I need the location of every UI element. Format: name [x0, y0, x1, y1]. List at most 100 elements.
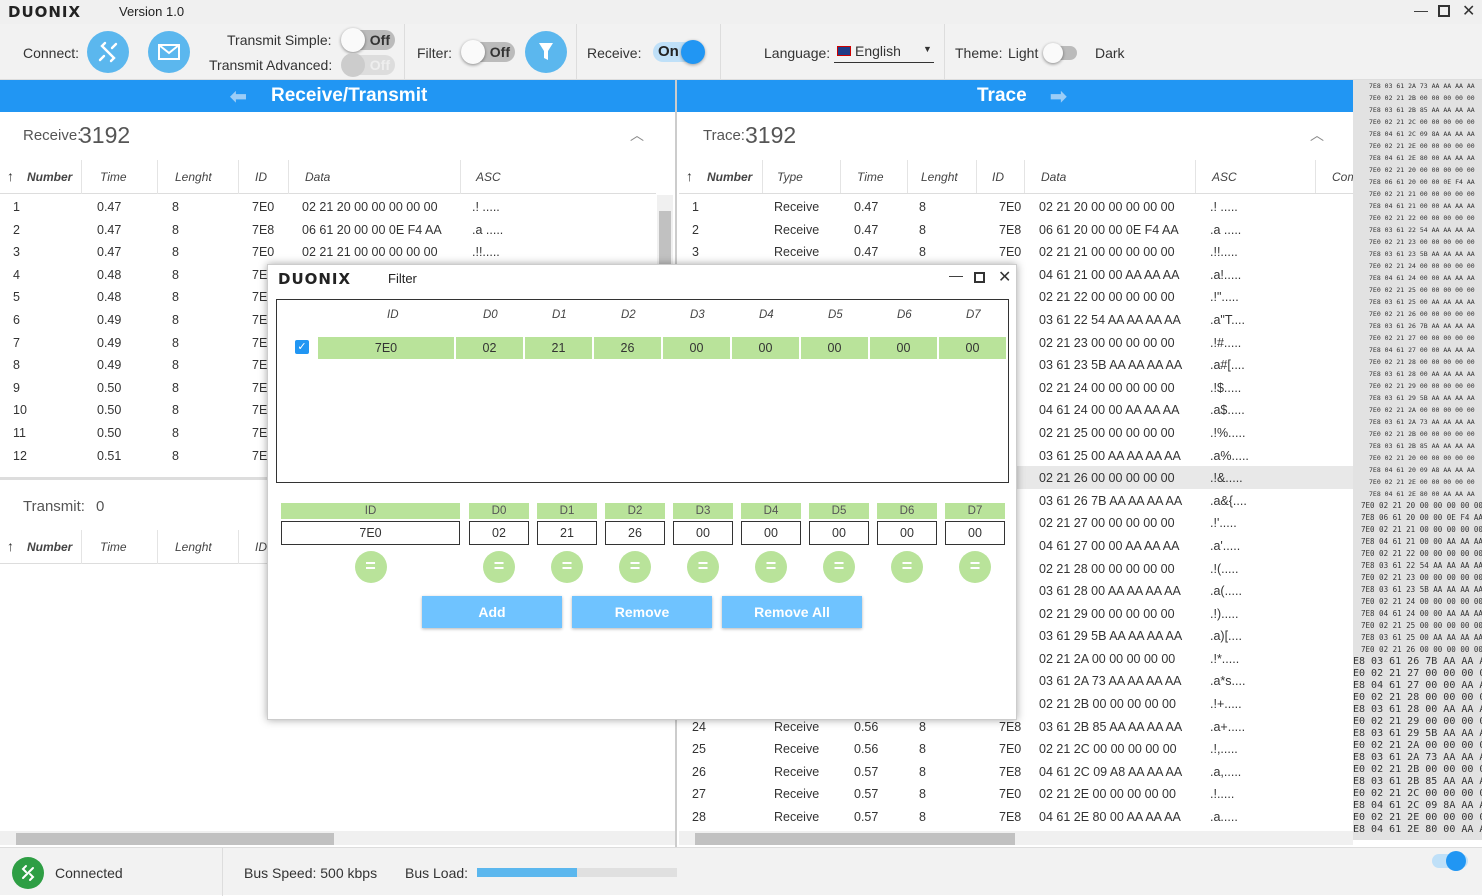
equals-operator-button[interactable]: =	[483, 551, 515, 583]
sort-arrow-icon[interactable]: ↑	[686, 168, 693, 184]
transmit-count: 0	[96, 498, 105, 515]
filter-input-d4[interactable]: 00	[741, 521, 801, 545]
trace-table-header: ↑ Number Type Time Lenght ID Data ASC Co…	[679, 160, 1353, 194]
sort-arrow-icon[interactable]: ↑	[7, 168, 14, 184]
cell: 0.50	[97, 425, 122, 440]
equals-operator-button[interactable]: =	[823, 551, 855, 583]
filter-input-d5[interactable]: 00	[809, 521, 869, 545]
connect-button[interactable]	[87, 31, 129, 73]
uk-flag-icon	[837, 46, 851, 56]
column-id[interactable]: ID	[255, 170, 267, 184]
table-row[interactable]: 25 Receive 0.56 8 7E0 02 21 2C 00 00 00 00 00…	[679, 737, 1353, 760]
column-length[interactable]: Lenght	[175, 540, 212, 554]
add-button[interactable]: Add	[422, 596, 562, 628]
chevron-up-icon[interactable]: ︿	[1310, 125, 1324, 145]
close-icon[interactable]: ✕	[998, 267, 1011, 287]
equals-operator-button[interactable]: =	[959, 551, 991, 583]
minimize-icon[interactable]: —	[1414, 2, 1428, 18]
trace-horizontal-scrollbar[interactable]	[679, 831, 1353, 845]
remove-button[interactable]: Remove	[572, 596, 712, 628]
column-asc[interactable]: ASC	[1212, 170, 1237, 184]
cell: 7E0	[999, 787, 1022, 802]
table-row[interactable]: 26 Receive 0.57 8 7E8 04 61 2C 09 A8 AA AA AA…	[679, 760, 1353, 783]
raw-log-line: 7E8 04 61 27 00 00 AA AA AA	[1369, 346, 1475, 354]
raw-log-line: E0 02 21 29 00 00 00 00 0	[1353, 716, 1482, 727]
equals-operator-button[interactable]: =	[551, 551, 583, 583]
receive-transmit-header: ⬅ Receive/Transmit	[0, 80, 675, 112]
transmit-horizontal-scrollbar[interactable]	[0, 831, 675, 845]
filter-input-d0[interactable]: 02	[469, 521, 529, 545]
sort-arrow-icon[interactable]: ↑	[7, 538, 14, 554]
send-message-button[interactable]	[148, 31, 190, 73]
cell: .a!.....	[1210, 267, 1242, 282]
cell: 8	[172, 290, 179, 305]
filter-input-d3[interactable]: 00	[673, 521, 733, 545]
equals-operator-button[interactable]: =	[354, 551, 387, 583]
column-number[interactable]: Number	[707, 170, 752, 184]
raw-log-line: E8 03 61 26 7B AA AA AA A	[1353, 656, 1482, 667]
column-data[interactable]: Data	[1041, 170, 1066, 184]
receive-toggle[interactable]: On	[653, 40, 705, 64]
table-row[interactable]: 1 0.47 8 7E0 02 21 20 00 00 00 00 00 .! .....	[0, 195, 656, 218]
filter-input-id[interactable]: 7E0	[281, 521, 460, 545]
raw-log-line: 7E8 03 61 25 00 AA AA AA AA	[1361, 633, 1482, 642]
maximize-icon[interactable]	[974, 272, 985, 283]
equals-operator-button[interactable]: =	[755, 551, 787, 583]
cell: 28	[692, 810, 706, 825]
column-time[interactable]: Time	[100, 540, 127, 554]
theme-toggle[interactable]	[1043, 43, 1077, 63]
close-icon[interactable]: ✕	[1462, 1, 1475, 21]
column-length[interactable]: Lenght	[921, 170, 958, 184]
raw-log-line: E0 02 21 2B 00 00 00 00 0	[1353, 764, 1482, 775]
filter-input-d6[interactable]: 00	[877, 521, 937, 545]
table-row[interactable]: 28 Receive 0.57 8 7E8 04 61 2E 80 00 AA AA AA…	[679, 805, 1353, 828]
column-id[interactable]: ID	[255, 540, 267, 554]
filter-toggle[interactable]: Off	[461, 40, 515, 64]
equals-operator-button[interactable]: =	[891, 551, 923, 583]
column-asc[interactable]: ASC	[476, 170, 501, 184]
column-time[interactable]: Time	[100, 170, 127, 184]
language-select[interactable]: English ▼	[834, 41, 934, 63]
scrollbar-thumb[interactable]	[695, 833, 1015, 845]
filter-settings-button[interactable]	[525, 31, 567, 73]
cell: 0.48	[97, 267, 122, 282]
cell: 0.57	[854, 787, 879, 802]
filter-entry-checkbox[interactable]: ✓	[295, 340, 309, 354]
arrow-left-icon[interactable]: ⬅	[230, 84, 247, 109]
column-number[interactable]: Number	[27, 540, 72, 554]
filter-input-d1[interactable]: 21	[537, 521, 597, 545]
auto-scroll-toggle[interactable]	[1432, 851, 1468, 871]
column-time[interactable]: Time	[857, 170, 884, 184]
raw-log-line: 7E0 02 21 29 00 00 00 00 00	[1369, 382, 1475, 390]
filter-entry-cell: 26	[594, 337, 661, 359]
cell: 02 21 20 00 00 00 00 00	[1039, 200, 1175, 214]
column-number[interactable]: Number	[27, 170, 72, 184]
plug-icon	[98, 41, 118, 63]
table-row[interactable]: 3 0.47 8 7E0 02 21 21 00 00 00 00 00.!!.....	[0, 240, 656, 263]
equals-operator-button[interactable]: =	[619, 551, 651, 583]
cell: 02 21 2A 00 00 00 00 00	[1039, 651, 1176, 666]
table-row[interactable]: 3 Receive 0.47 8 7E0 02 21 21 00 00 00 00 00.…	[679, 240, 1353, 263]
maximize-icon[interactable]	[1438, 5, 1450, 17]
equals-operator-button[interactable]: =	[687, 551, 719, 583]
remove-all-button[interactable]: Remove All	[722, 596, 862, 628]
table-row[interactable]: 1 Receive 0.47 8 7E0 02 21 20 00 00 00 00 00.…	[679, 195, 1353, 218]
column-comment[interactable]: Com	[1332, 170, 1353, 184]
transmit-simple-toggle[interactable]: Off	[341, 28, 395, 52]
scrollbar-thumb[interactable]	[16, 833, 334, 845]
column-id[interactable]: ID	[992, 170, 1004, 184]
column-data[interactable]: Data	[305, 170, 330, 184]
column-type[interactable]: Type	[777, 170, 803, 184]
minimize-icon[interactable]: —	[949, 267, 963, 283]
column-length[interactable]: Lenght	[175, 170, 212, 184]
chevron-up-icon[interactable]: ︿	[630, 125, 644, 145]
table-row[interactable]: 2 0.47 8 7E8 06 61 20 00 00 0E F4 AA .a .....	[0, 218, 656, 241]
arrow-right-icon[interactable]: ➡	[1050, 84, 1067, 109]
raw-log-line: 7E0 02 21 20 00 00 00 00 00	[1369, 166, 1475, 174]
filter-input-d7[interactable]: 00	[945, 521, 1005, 545]
cell: 0.49	[97, 335, 122, 350]
filter-input-d2[interactable]: 26	[605, 521, 665, 545]
table-row[interactable]: 2 Receive 0.47 8 7E8 06 61 20 00 00 0E F4 AA.…	[679, 218, 1353, 241]
transmit-advanced-toggle[interactable]: Off	[341, 53, 395, 77]
table-row[interactable]: 27 Receive 0.57 8 7E0 02 21 2E 00 00 00 00 00…	[679, 782, 1353, 805]
